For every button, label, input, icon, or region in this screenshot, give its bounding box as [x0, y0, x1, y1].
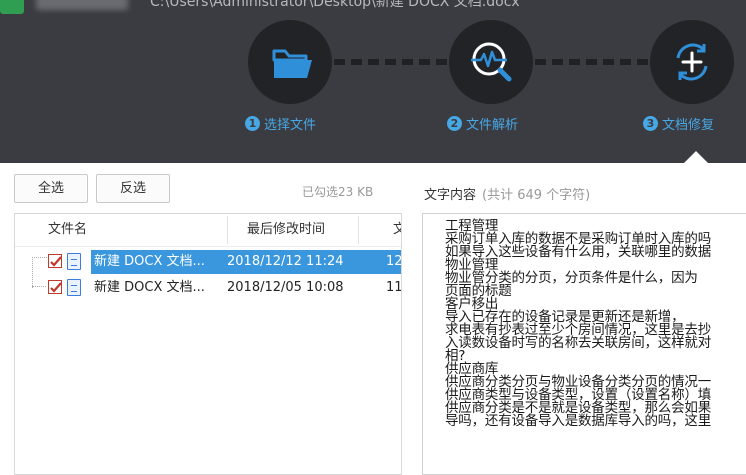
- step-select-file[interactable]: [248, 20, 332, 104]
- step-label-text: 选择文件: [264, 118, 317, 133]
- table-row[interactable]: 新建 DOCX 文档... 2018/12/05 10:08 11: [15, 276, 401, 300]
- row-checkbox[interactable]: [48, 254, 62, 268]
- blurred-path-segment: [36, 0, 128, 10]
- step-connector: [334, 59, 447, 65]
- file-list[interactable]: 文件名 最后修改时间 文 新建 DOCX 文档... 2018/12/12 11…: [14, 213, 402, 475]
- content-preview-text: 工程管理 采购订单入库的数据不是采购订单时入库的吗 如果导入这些设备有什么用，关…: [445, 218, 711, 429]
- step-parse-file[interactable]: [449, 20, 533, 104]
- window-title-path: C:\Users\Administrator\Desktop\新建 DOCX 文…: [150, 0, 520, 10]
- column-header-modified[interactable]: 最后修改时间: [247, 214, 325, 246]
- checkmark-icon: [50, 256, 62, 267]
- char-count: (共计 649 个字符): [482, 188, 591, 203]
- content-preview[interactable]: 工程管理 采购订单入库的数据不是采购订单时入库的吗 如果导入这些设备有什么用，关…: [422, 213, 746, 475]
- invert-selection-button[interactable]: 反选: [96, 174, 170, 203]
- step-repair-document[interactable]: [650, 20, 734, 104]
- step-label-select-file: 1 选择文件: [245, 114, 316, 133]
- step-connector: [535, 59, 648, 65]
- active-step-pointer: [683, 151, 709, 164]
- column-divider[interactable]: [227, 216, 228, 244]
- extra-cell: 12: [386, 254, 401, 269]
- step-number-badge: 1: [245, 116, 260, 131]
- modified-time-cell: 2018/12/12 11:24: [227, 254, 344, 269]
- column-header-filename[interactable]: 文件名: [48, 214, 87, 246]
- step-label-parse-file: 2 文件解析: [447, 114, 518, 133]
- title-bar: C:\Users\Administrator\Desktop\新建 DOCX 文…: [0, 0, 746, 14]
- content-title: 文字内容 (共计 649 个字符): [424, 184, 590, 203]
- row-checkbox[interactable]: [48, 280, 62, 294]
- folder-icon: [272, 49, 312, 78]
- docx-file-icon: [67, 279, 81, 296]
- table-row[interactable]: 新建 DOCX 文档... 2018/12/12 11:24 12: [15, 250, 401, 274]
- step-number-badge: 3: [643, 116, 658, 131]
- selected-size-label: 已勾选23 KB: [302, 185, 374, 199]
- wizard-header: C:\Users\Administrator\Desktop\新建 DOCX 文…: [0, 0, 746, 164]
- analyze-icon: [471, 42, 512, 82]
- step-number-badge: 2: [447, 116, 462, 131]
- step-label-text: 文档修复: [662, 118, 715, 133]
- column-divider[interactable]: [358, 216, 359, 244]
- file-name-cell: 新建 DOCX 文档...: [94, 254, 205, 269]
- column-header-extra[interactable]: 文: [393, 214, 401, 246]
- file-name-cell: 新建 DOCX 文档...: [94, 280, 205, 295]
- step-label-text: 文件解析: [466, 118, 519, 133]
- repair-icon: [676, 43, 708, 81]
- docx-file-icon: [67, 253, 81, 270]
- app-icon: [0, 0, 24, 14]
- file-list-header: 文件名 最后修改时间 文: [15, 214, 401, 247]
- checkmark-icon: [50, 282, 62, 293]
- extra-cell: 11: [386, 280, 401, 295]
- modified-time-cell: 2018/12/05 10:08: [227, 280, 344, 295]
- step-label-repair-document: 3 文档修复: [643, 114, 714, 133]
- content-title-text: 文字内容: [424, 188, 477, 203]
- select-all-button[interactable]: 全选: [14, 174, 88, 203]
